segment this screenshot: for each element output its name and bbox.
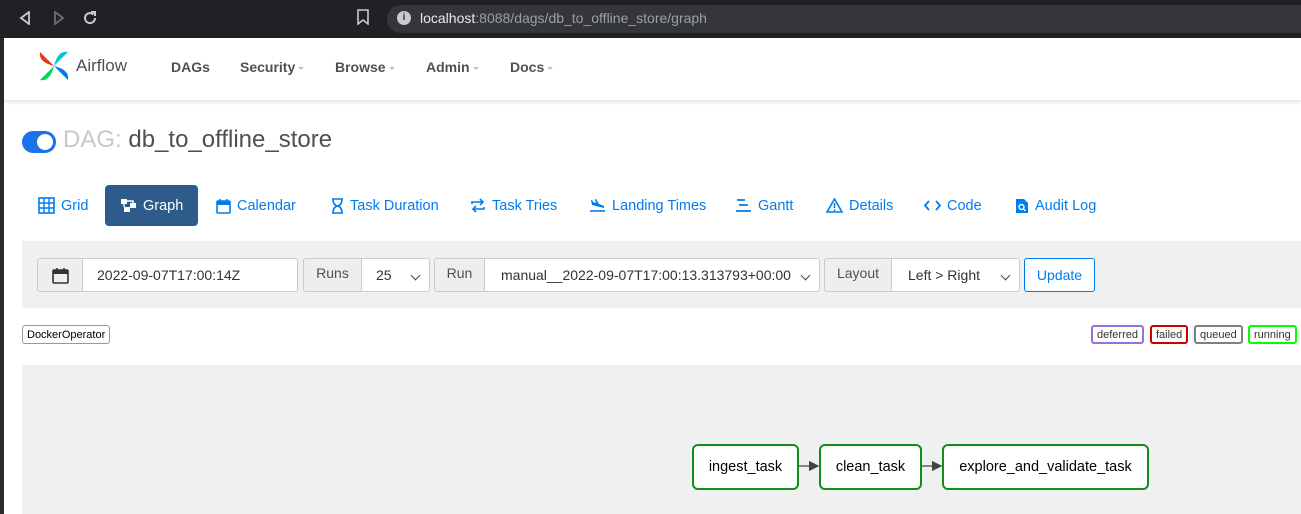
task-node-clean[interactable]: clean_task [819,444,922,490]
task-node-explore-and-validate[interactable]: explore_and_validate_task [942,444,1149,490]
graph-edges [798,460,943,472]
task-node-ingest[interactable]: ingest_task [692,444,799,490]
